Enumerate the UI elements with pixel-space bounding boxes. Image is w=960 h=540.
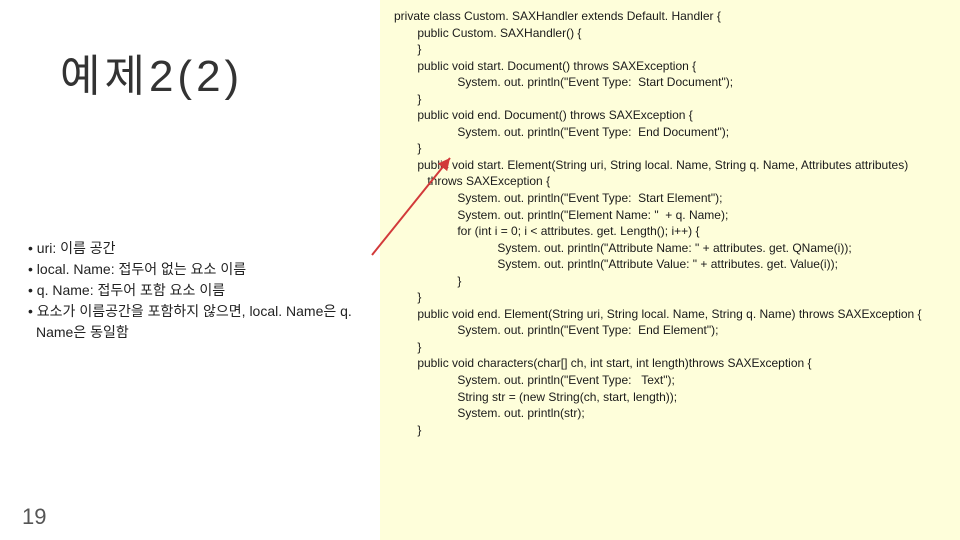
list-item: uri: 이름 공간 <box>28 238 356 259</box>
code-block: private class Custom. SAXHandler extends… <box>380 0 960 540</box>
list-item: 요소가 이름공간을 포함하지 않으면, local. Name은 q. Name… <box>28 301 356 343</box>
bullet-list: uri: 이름 공간 local. Name: 접두어 없는 요소 이름 q. … <box>28 238 356 343</box>
list-item: local. Name: 접두어 없는 요소 이름 <box>28 259 356 280</box>
page-number: 19 <box>22 504 46 530</box>
list-item: q. Name: 접두어 포함 요소 이름 <box>28 280 356 301</box>
slide-title: 예제2(2) <box>60 40 243 104</box>
bullet-list-container: uri: 이름 공간 local. Name: 접두어 없는 요소 이름 q. … <box>22 234 362 347</box>
